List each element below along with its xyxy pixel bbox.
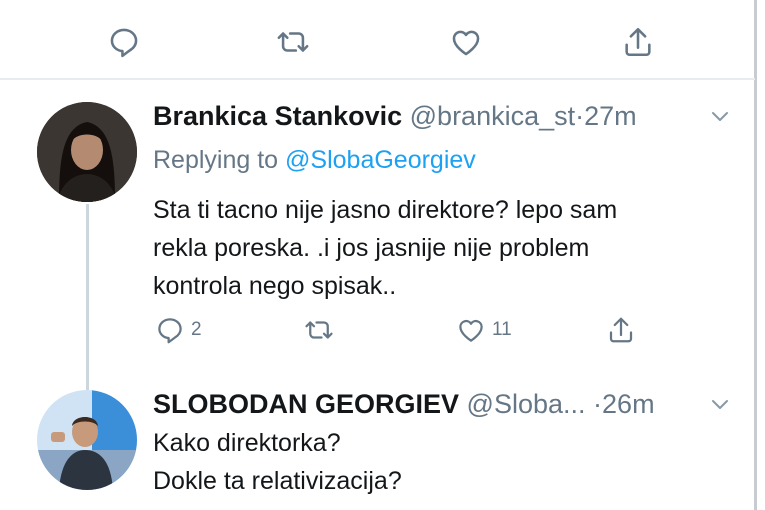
reply-button[interactable]	[104, 22, 144, 62]
tweet-slobodan[interactable]: SLOBODAN GEORGIEV @Sloba... ·26m Kako di…	[0, 382, 755, 510]
tweet-brankica[interactable]: Brankica Stankovic @brankica_st·27m Repl…	[0, 82, 755, 382]
reply-button[interactable]: 2	[155, 315, 202, 345]
timestamp[interactable]: 27m	[584, 101, 637, 131]
avatar[interactable]	[37, 390, 137, 490]
tweet-text-line: rekla poreska. .i jos jasnije nije probl…	[153, 234, 590, 262]
separator: ·	[593, 389, 603, 419]
mention-link[interactable]: @SlobaGeorgiev	[285, 146, 476, 174]
like-icon	[452, 30, 480, 56]
previous-tweet-actions	[0, 0, 755, 80]
like-button[interactable]: 11	[456, 315, 512, 345]
share-icon	[609, 317, 633, 343]
separator: ·	[575, 101, 585, 131]
reply-icon	[110, 28, 138, 58]
reply-count: 2	[191, 319, 202, 340]
tweet-text: Kako direktorka? Dokle ta relativizacija…	[153, 424, 402, 500]
retweet-icon	[277, 32, 309, 52]
like-count: 11	[492, 319, 512, 340]
tweet-text-line: Sta ti tacno nije jasno direktore? lepo …	[153, 196, 618, 224]
avatar-image	[37, 390, 137, 490]
retweet-icon	[305, 321, 333, 339]
like-icon	[459, 319, 483, 342]
display-name[interactable]: Brankica Stankovic	[153, 101, 402, 131]
retweet-button[interactable]	[304, 315, 334, 345]
retweet-button[interactable]	[273, 22, 313, 62]
tweet-text-line: kontrola nego spisak..	[153, 272, 397, 300]
avatar-image	[37, 102, 137, 202]
timestamp[interactable]: 26m	[602, 389, 655, 419]
user-handle[interactable]: @brankica_st	[410, 101, 575, 131]
like-button[interactable]	[446, 22, 486, 62]
replying-label: Replying to	[153, 146, 279, 174]
reply-icon	[158, 318, 182, 344]
thread-line	[86, 382, 89, 390]
tweet-header: SLOBODAN GEORGIEV @Sloba... ·26m	[153, 388, 655, 420]
tweet-header: Brankica Stankovic @brankica_st·27m	[153, 100, 637, 132]
chevron-down-icon[interactable]	[708, 104, 732, 128]
thread-line	[86, 204, 89, 382]
share-icon	[625, 27, 651, 57]
user-handle[interactable]: @Sloba...	[467, 389, 586, 419]
tweet-text-line: Kako direktorka?	[153, 429, 341, 457]
share-button[interactable]	[606, 315, 636, 345]
tweet-text: Sta ti tacno nije jasno direktore? lepo …	[153, 191, 617, 305]
avatar[interactable]	[37, 102, 137, 202]
display-name[interactable]: SLOBODAN GEORGIEV	[153, 389, 459, 419]
replying-to: Replying to @SlobaGeorgiev	[153, 146, 476, 175]
tweet-actions: 2 11	[0, 315, 755, 351]
chevron-down-icon[interactable]	[708, 392, 732, 416]
share-button[interactable]	[618, 22, 658, 62]
tweet-text-line: Dokle ta relativizacija?	[153, 467, 402, 495]
